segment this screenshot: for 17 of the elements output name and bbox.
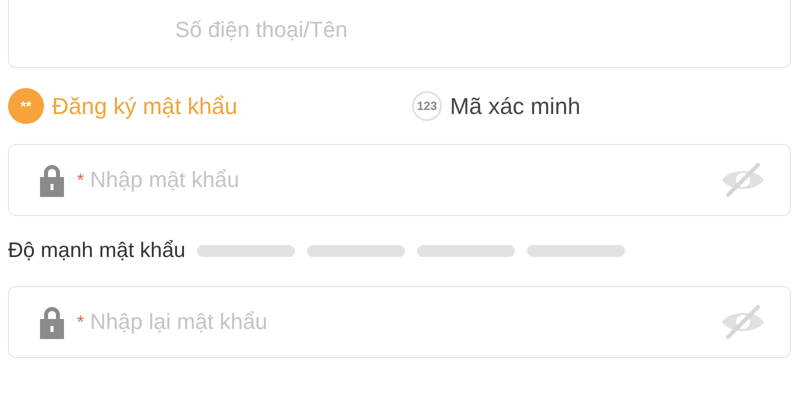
confirm-password-field[interactable]: * Nhập lại mật khẩu (8, 286, 791, 358)
password-input[interactable]: Nhập mật khẩu (88, 166, 710, 194)
lock-icon (37, 305, 67, 339)
required-mark: * (77, 170, 84, 190)
required-mark: * (77, 312, 84, 332)
tab[interactable]: ** Đăng ký mật khẩu (8, 88, 412, 124)
tab[interactable]: 123 Mã xác minh (412, 91, 580, 121)
eye-off-icon[interactable] (720, 163, 766, 197)
strength-label: Độ mạnh mật khẩu (8, 239, 186, 263)
tab-badge: ** (8, 88, 44, 124)
eye-off-icon[interactable] (720, 305, 766, 339)
tab-badge: 123 (412, 91, 442, 121)
account-input[interactable]: Số điện thoại/Tên (173, 16, 766, 44)
password-input[interactable]: Nhập lại mật khẩu (88, 308, 710, 336)
account-field[interactable]: Số điện thoại/Tên (8, 0, 791, 68)
lock-icon (37, 163, 67, 197)
password-field[interactable]: * Nhập mật khẩu (8, 144, 791, 216)
